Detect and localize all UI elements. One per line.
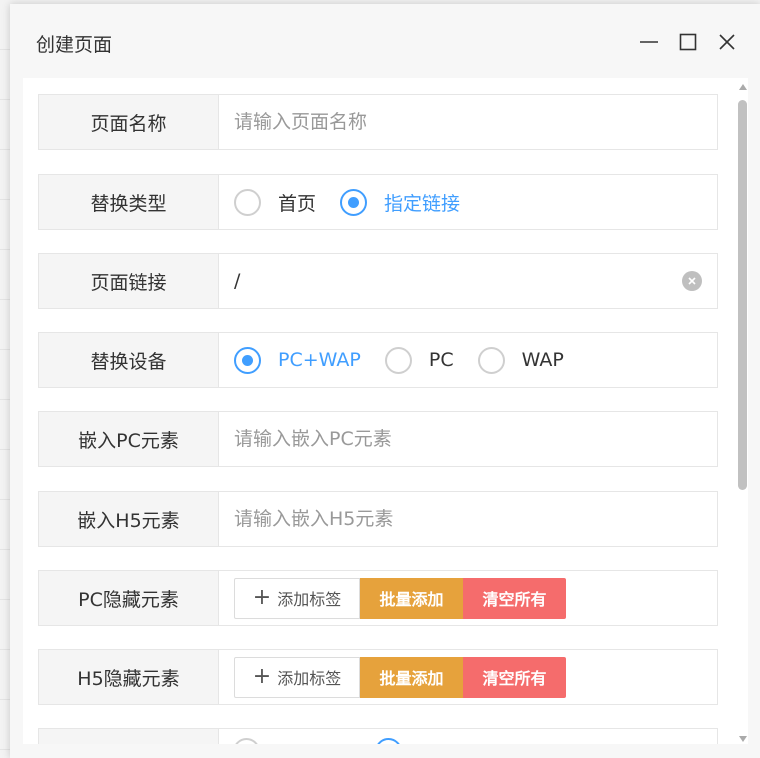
radio-label: WAP: [521, 349, 564, 371]
scroll-thumb[interactable]: [738, 100, 747, 490]
page-name-row: 页面名称: [38, 94, 718, 150]
radio-label: PC: [428, 349, 454, 371]
add-tag-label: 添加标签: [277, 669, 342, 688]
replace-device-label: 替换设备: [39, 333, 219, 387]
radio-circle: [477, 346, 505, 374]
page-link-input[interactable]: [234, 270, 674, 292]
close-icon: [719, 34, 735, 50]
minimize-icon: [640, 41, 658, 43]
pc-hidden-row: PC隐藏元素 + 添加标签 批量添加 清空所有: [38, 570, 718, 626]
embed-h5-row: 嵌入H5元素: [38, 491, 718, 547]
dialog-content: 页面名称 替换类型 首页 指定链接 页面链接: [23, 78, 748, 744]
maximize-icon: [679, 33, 697, 51]
radio-label: 指定链接: [384, 192, 461, 215]
maximize-button[interactable]: [674, 28, 702, 56]
page-name-input[interactable]: [234, 111, 674, 133]
scroll-down-arrow-icon[interactable]: [739, 736, 747, 742]
pc-add-tag-button[interactable]: + 添加标签: [234, 577, 360, 619]
replace-device-field: PC+WAP PC WAP: [219, 333, 717, 387]
pc-hidden-label: PC隐藏元素: [39, 571, 219, 625]
pc-batch-add-button[interactable]: 批量添加: [360, 577, 463, 619]
create-page-dialog: 创建页面 页面名称 替换类型 首页: [10, 4, 760, 758]
h5-add-tag-button[interactable]: + 添加标签: [234, 656, 360, 698]
replace-type-field: 首页 指定链接: [219, 175, 717, 229]
pc-hidden-field: + 添加标签 批量添加 清空所有: [219, 571, 717, 625]
radio-label: PC+WAP: [278, 349, 361, 371]
radio-circle: [234, 188, 261, 216]
embed-pc-row: 嵌入PC元素: [38, 411, 718, 467]
page-link-field: [219, 254, 717, 308]
h5-hidden-row: H5隐藏元素 + 添加标签 批量添加 清空所有: [38, 649, 718, 705]
h5-hidden-field: + 添加标签 批量添加 清空所有: [219, 650, 717, 704]
radio-circle: [340, 188, 368, 216]
device-radio-wap[interactable]: WAP: [477, 346, 564, 374]
replace-type-label: 替换类型: [39, 175, 219, 229]
replace-device-row: 替换设备 PC+WAP PC WAP: [38, 332, 718, 388]
partial-row-label: [39, 729, 219, 744]
radio-circle: [384, 346, 412, 374]
embed-pc-label: 嵌入PC元素: [39, 412, 219, 466]
pc-clear-all-button[interactable]: 清空所有: [463, 577, 566, 619]
replace-type-row: 替换类型 首页 指定链接: [38, 174, 718, 230]
page-link-label: 页面链接: [39, 254, 219, 308]
embed-h5-label: 嵌入H5元素: [39, 492, 219, 546]
close-button[interactable]: [713, 28, 741, 56]
dialog-title: 创建页面: [36, 34, 113, 56]
replace-type-radio-link[interactable]: 指定链接: [340, 188, 461, 216]
page-name-label: 页面名称: [39, 95, 219, 149]
embed-pc-input[interactable]: [234, 428, 674, 450]
clear-input-icon[interactable]: [682, 271, 702, 291]
h5-clear-all-button[interactable]: 清空所有: [463, 656, 566, 698]
embed-h5-input[interactable]: [234, 508, 674, 530]
vertical-scrollbar[interactable]: [737, 82, 749, 744]
replace-type-radio-home[interactable]: 首页: [234, 188, 317, 216]
device-radio-pc[interactable]: PC: [384, 346, 454, 374]
plus-icon: +: [252, 585, 272, 610]
dialog-titlebar: 创建页面: [10, 4, 760, 78]
radio-circle: [234, 346, 261, 374]
page-link-row: 页面链接: [38, 253, 718, 309]
plus-icon: +: [252, 664, 272, 689]
h5-hidden-label: H5隐藏元素: [39, 650, 219, 704]
embed-pc-field: [219, 412, 717, 466]
page-name-field: [219, 95, 717, 149]
device-radio-pc-wap[interactable]: PC+WAP: [234, 346, 361, 374]
scroll-up-arrow-icon[interactable]: [739, 84, 747, 90]
add-tag-label: 添加标签: [277, 590, 342, 609]
h5-batch-add-button[interactable]: 批量添加: [360, 656, 463, 698]
radio-label: 首页: [278, 192, 317, 215]
embed-h5-field: [219, 492, 717, 546]
minimize-button[interactable]: [635, 28, 663, 56]
